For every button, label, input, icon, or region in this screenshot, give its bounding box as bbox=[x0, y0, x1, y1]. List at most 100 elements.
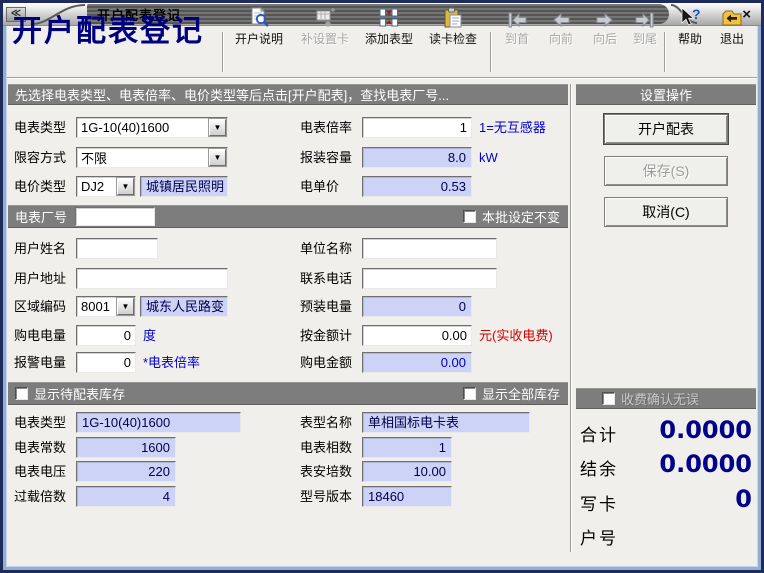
arrow-right-icon bbox=[594, 5, 616, 29]
alarm-energy-input[interactable] bbox=[76, 352, 136, 373]
chevron-down-icon[interactable]: ▼ bbox=[209, 149, 226, 166]
toolbar-button-label: 向前 bbox=[549, 30, 573, 47]
region-desc: 城东人民路变 bbox=[140, 296, 228, 317]
total-value: 0.0000 bbox=[612, 416, 752, 444]
meter-phases-field: 1 bbox=[362, 437, 452, 458]
clipboard-icon bbox=[442, 5, 464, 29]
stock-meter-type-field: 1G-10(40)1600 bbox=[76, 412, 241, 433]
batch-fixed-label: 本批设定不变 bbox=[482, 207, 560, 226]
chevron-down-icon[interactable]: ▼ bbox=[117, 178, 134, 195]
toolbar-button-open-info[interactable]: 开户说明 bbox=[228, 2, 290, 50]
by-amount-label: 按金额计 bbox=[300, 325, 352, 346]
chevron-down-icon[interactable]: ▼ bbox=[209, 119, 226, 136]
toolbar-button-label: 退出 bbox=[720, 30, 744, 47]
add-documents-icon bbox=[378, 5, 400, 29]
address-input[interactable] bbox=[76, 268, 228, 289]
exit-folder-icon bbox=[721, 5, 743, 29]
purchase-energy-unit: 度 bbox=[143, 325, 156, 346]
toolbar-button-label: 向后 bbox=[593, 30, 617, 47]
meter-voltage-label: 电表电压 bbox=[14, 461, 66, 482]
model-name-label: 表型名称 bbox=[300, 412, 352, 433]
purchase-energy-input[interactable] bbox=[76, 325, 136, 346]
preload-energy-label: 预装电量 bbox=[300, 296, 352, 317]
factory-number-input[interactable] bbox=[75, 207, 155, 226]
overload-factor-field: 4 bbox=[76, 486, 176, 507]
region-code-label: 区域编码 bbox=[14, 296, 66, 317]
price-type-desc: 城镇居民照明 bbox=[140, 176, 228, 197]
settings-bar-title: 设置操作 bbox=[640, 85, 692, 104]
toolbar-separator bbox=[664, 32, 666, 72]
address-label: 用户地址 bbox=[14, 268, 66, 289]
toolbar-button-help[interactable]: ? 帮助 bbox=[670, 2, 710, 50]
capacity-label: 报装容量 bbox=[300, 147, 352, 168]
by-amount-hint: 元(实收电费) bbox=[479, 325, 553, 346]
toolbar-button-label: 读卡检查 bbox=[429, 30, 477, 47]
chevron-down-icon[interactable]: ▼ bbox=[117, 298, 134, 315]
phone-label: 联系电话 bbox=[300, 268, 352, 289]
toolbar-button-go-last: 到尾 bbox=[626, 2, 664, 50]
toolbar-button-read-card-check[interactable]: 读卡检查 bbox=[422, 2, 484, 50]
model-version-label: 型号版本 bbox=[300, 486, 352, 507]
phone-input[interactable] bbox=[362, 268, 497, 289]
toolbar-button-supplement-card: 补设置卡 bbox=[294, 2, 356, 50]
fee-confirm-bar: 收费确认无误 bbox=[576, 388, 756, 409]
org-name-input[interactable] bbox=[362, 238, 497, 259]
document-magnifier-icon bbox=[248, 5, 270, 29]
toolbar-separator bbox=[222, 32, 224, 72]
meter-ampere-field: 10.00 bbox=[362, 461, 452, 482]
limit-mode-select[interactable]: 不限 ▼ bbox=[76, 147, 228, 168]
show-pending-stock-checkbox[interactable] bbox=[15, 387, 28, 400]
instruction-text: 先选择电表类型、电表倍率、电价类型等后点击[开户配表]，查找电表厂号... bbox=[8, 85, 449, 104]
purchase-amount-label: 购电金额 bbox=[300, 352, 352, 373]
show-all-stock-label: 显示全部库存 bbox=[482, 384, 560, 403]
price-type-select[interactable]: DJ2 ▼ bbox=[76, 176, 136, 197]
toolbar-button-label: 添加表型 bbox=[365, 30, 413, 47]
arrow-left-icon bbox=[550, 5, 572, 29]
model-version-field: 18460 bbox=[362, 486, 452, 507]
show-all-stock-checkbox[interactable] bbox=[463, 387, 476, 400]
toolbar-button-add-meter-model[interactable]: 添加表型 bbox=[358, 2, 420, 50]
capacity-unit: kW bbox=[479, 147, 498, 168]
fee-confirm-checkbox[interactable] bbox=[602, 392, 615, 405]
balance-value: 0.0000 bbox=[612, 450, 752, 478]
overload-factor-label: 过载倍数 bbox=[14, 486, 66, 507]
user-name-input[interactable] bbox=[76, 238, 158, 259]
purchase-energy-label: 购电电量 bbox=[14, 325, 66, 346]
by-amount-input[interactable] bbox=[362, 325, 472, 346]
price-type-label: 电价类型 bbox=[14, 176, 66, 197]
settings-bar: 设置操作 bbox=[576, 84, 756, 105]
meter-ratio-label: 电表倍率 bbox=[300, 117, 352, 138]
purchase-amount-field: 0.00 bbox=[362, 352, 472, 373]
region-code-select[interactable]: 8001 ▼ bbox=[76, 296, 136, 317]
arrow-to-first-icon bbox=[506, 5, 528, 29]
meter-ratio-input[interactable] bbox=[362, 117, 472, 138]
meter-ratio-hint: 1=无互感器 bbox=[479, 117, 546, 138]
page-title: 开户配表登记 bbox=[12, 6, 204, 50]
toolbar-button-label: 到尾 bbox=[633, 30, 657, 47]
meter-type-select[interactable]: 1G-10(40)1600 ▼ bbox=[76, 117, 228, 138]
batch-fixed-checkbox[interactable] bbox=[463, 210, 476, 223]
meter-type-label: 电表类型 bbox=[14, 117, 66, 138]
toolbar-separator bbox=[490, 32, 492, 72]
toolbar-button-exit[interactable]: 退出 bbox=[712, 2, 752, 50]
help-cursor-icon: ? bbox=[679, 5, 701, 29]
meter-constant-field: 1600 bbox=[76, 437, 176, 458]
arrow-to-last-icon bbox=[634, 5, 656, 29]
toolbar-button-previous: 向前 bbox=[542, 2, 580, 50]
write-card-value: 0 bbox=[612, 485, 752, 513]
toolbar-button-label: 补设置卡 bbox=[301, 30, 349, 47]
stock-bar: 显示待配表库存 显示全部库存 bbox=[8, 382, 568, 405]
unit-price-label: 电单价 bbox=[300, 176, 339, 197]
save-button: 保存(S) bbox=[604, 156, 728, 186]
org-name-label: 单位名称 bbox=[300, 238, 352, 259]
capacity-field: 8.0 bbox=[362, 147, 472, 168]
toolbar-button-label: 到首 bbox=[505, 30, 529, 47]
app-window: ≪ 开户配表登记 × 开户配表登记 开户说明 bbox=[0, 0, 764, 573]
toolbar-button-next: 向后 bbox=[586, 2, 624, 50]
open-account-button[interactable]: 开户配表 bbox=[604, 114, 728, 144]
alarm-energy-hint: *电表倍率 bbox=[143, 352, 200, 373]
factory-number-bar: 电表厂号 本批设定不变 bbox=[8, 205, 568, 228]
show-pending-stock-label: 显示待配表库存 bbox=[34, 384, 125, 403]
toolbar-button-go-first: 到首 bbox=[498, 2, 536, 50]
cancel-button[interactable]: 取消(C) bbox=[604, 197, 728, 227]
